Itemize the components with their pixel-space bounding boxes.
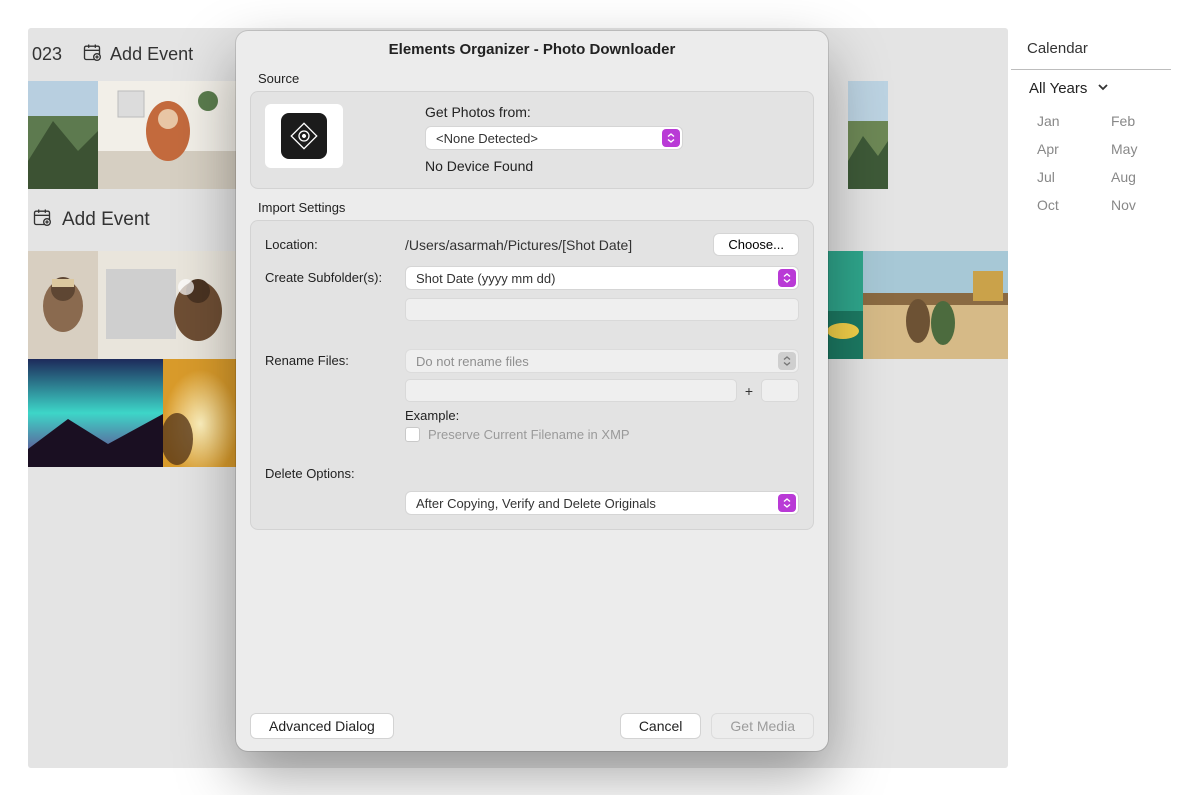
rename-value: Do not rename files [416, 354, 529, 369]
add-event-label: Add Event [110, 44, 193, 65]
calendar-years-dropdown[interactable]: All Years [1011, 70, 1171, 107]
get-photos-value: <None Detected> [436, 131, 538, 146]
rename-select[interactable]: Do not rename files [405, 349, 799, 373]
photo-thumbnail[interactable] [28, 359, 163, 467]
calendar-month[interactable]: Nov [1111, 195, 1145, 215]
photo-thumbnail[interactable] [863, 251, 1008, 359]
subfolder-label: Create Subfolder(s): [265, 266, 401, 321]
photo-thumbnail[interactable] [163, 359, 238, 467]
updown-arrow-icon [778, 352, 796, 370]
cancel-button[interactable]: Cancel [620, 713, 702, 739]
no-device-text: No Device Found [425, 158, 799, 174]
subfolder-select[interactable]: Shot Date (yyyy mm dd) [405, 266, 799, 290]
year-fragment: 023 [32, 44, 62, 65]
subfolder-name-input[interactable] [405, 298, 799, 321]
delete-options-select[interactable]: After Copying, Verify and Delete Origina… [405, 491, 799, 515]
dialog-title: Elements Organizer - Photo Downloader [236, 31, 828, 68]
subfolder-value: Shot Date (yyyy mm dd) [416, 271, 555, 286]
choose-button[interactable]: Choose... [713, 233, 799, 256]
preserve-xmp-label: Preserve Current Filename in XMP [428, 427, 630, 442]
calendar-month[interactable]: Aug [1111, 167, 1145, 187]
calendar-sidebar: Calendar All Years Jan Feb Apr May Jul A… [1011, 28, 1171, 768]
calendar-month[interactable]: Feb [1111, 111, 1145, 131]
photo-thumbnail[interactable] [28, 81, 98, 189]
import-section-label: Import Settings [236, 197, 828, 218]
calendar-month[interactable]: Jan [1037, 111, 1071, 131]
calendar-add-icon [32, 207, 52, 233]
updown-arrow-icon [778, 269, 796, 287]
add-event-label: Add Event [62, 209, 150, 231]
device-icon-box [265, 104, 343, 168]
updown-arrow-icon [662, 129, 680, 147]
photo-thumbnail[interactable] [28, 251, 98, 359]
calendar-month[interactable]: Oct [1037, 195, 1071, 215]
photo-thumbnail[interactable] [823, 251, 863, 359]
advanced-dialog-button[interactable]: Advanced Dialog [250, 713, 394, 739]
calendar-month[interactable]: Jul [1037, 167, 1071, 187]
calendar-add-icon [82, 42, 102, 67]
source-section-label: Source [236, 68, 828, 89]
delete-options-value: After Copying, Verify and Delete Origina… [416, 496, 656, 511]
get-photos-select[interactable]: <None Detected> [425, 126, 683, 150]
source-section: Get Photos from: <None Detected> No Devi… [250, 91, 814, 189]
chevron-down-icon [1097, 80, 1109, 97]
add-event-button-top[interactable]: Add Event [82, 42, 193, 67]
calendar-years-label: All Years [1029, 80, 1087, 97]
location-value: /Users/asarmah/Pictures/[Shot Date] [405, 237, 703, 253]
preserve-xmp-checkbox[interactable] [405, 427, 420, 442]
rename-label: Rename Files: [265, 331, 401, 442]
location-label: Location: [265, 233, 401, 256]
photo-thumbnail[interactable] [98, 251, 238, 359]
example-label: Example: [405, 408, 799, 423]
rename-number-input[interactable] [761, 379, 799, 402]
rename-prefix-input[interactable] [405, 379, 737, 402]
calendar-title: Calendar [1011, 28, 1171, 70]
get-media-button[interactable]: Get Media [711, 713, 814, 739]
updown-arrow-icon [778, 494, 796, 512]
photo-downloader-dialog: Elements Organizer - Photo Downloader So… [236, 31, 828, 751]
import-settings-section: Location: /Users/asarmah/Pictures/[Shot … [250, 220, 814, 530]
photo-thumbnail[interactable] [848, 81, 888, 189]
calendar-month[interactable]: Apr [1037, 139, 1071, 159]
calendar-month[interactable]: May [1111, 139, 1145, 159]
get-photos-label: Get Photos from: [425, 104, 799, 120]
plus-symbol: + [743, 383, 755, 399]
device-icon [281, 113, 327, 159]
delete-options-label: Delete Options: [265, 452, 401, 481]
photo-thumbnail[interactable] [98, 81, 238, 189]
calendar-month-grid: Jan Feb Apr May Jul Aug Oct Nov [1011, 107, 1171, 219]
